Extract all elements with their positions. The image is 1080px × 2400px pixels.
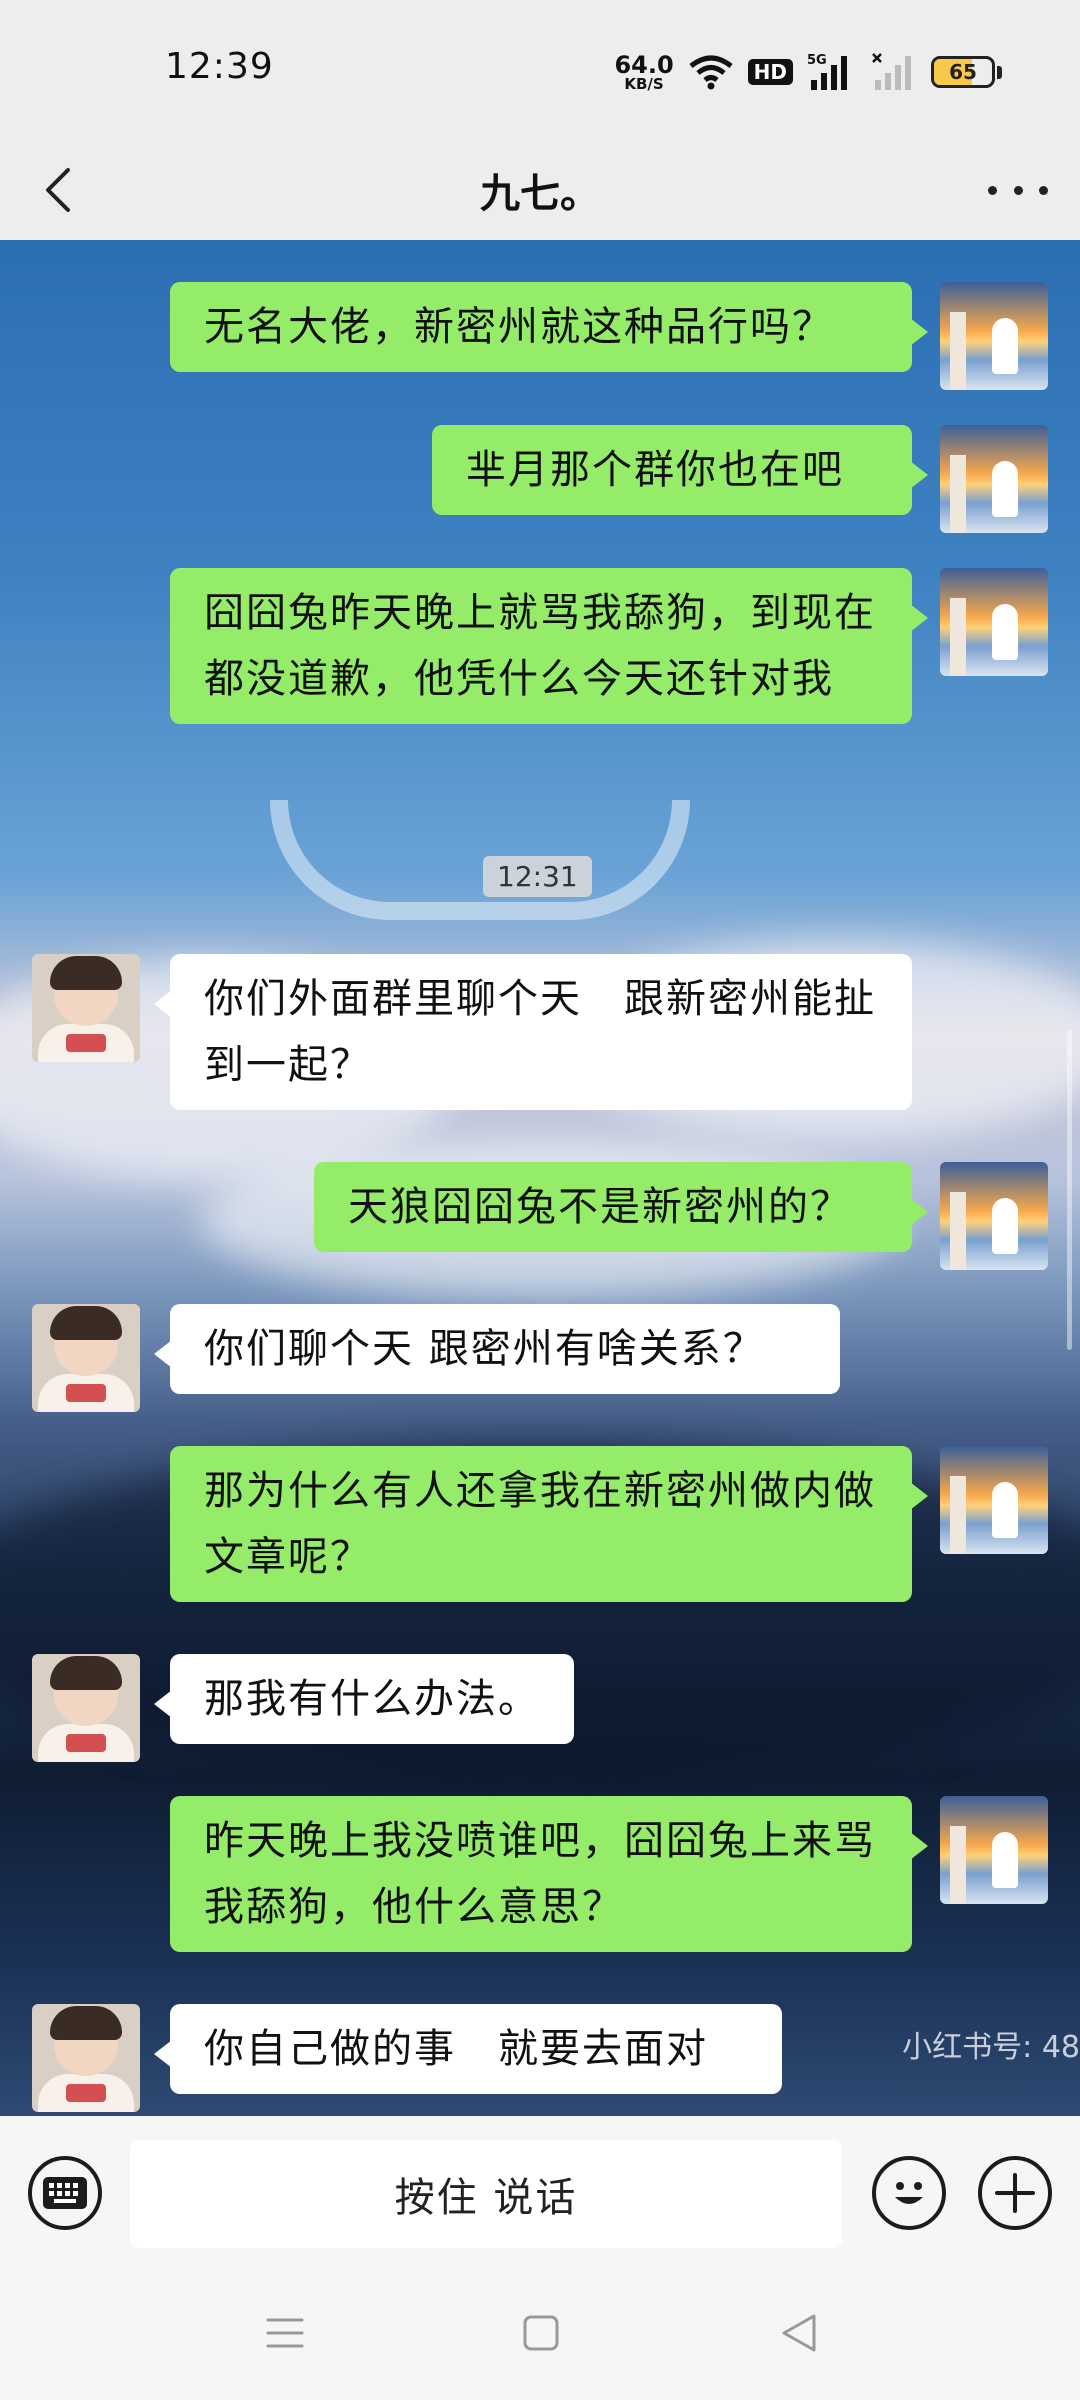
network-speed-value: 64.0 — [614, 50, 674, 79]
my-avatar[interactable] — [940, 1796, 1048, 1904]
my-message-bubble[interactable]: 天狼囧囧兔不是新密州的？ — [314, 1162, 928, 1252]
plus-icon — [995, 2173, 1035, 2213]
more-dot — [988, 185, 997, 195]
network-speed: 64.0 KB/S — [614, 53, 673, 92]
my-avatar[interactable] — [940, 568, 1048, 676]
my-avatar[interactable] — [940, 282, 1048, 390]
wallpaper-whale — [270, 800, 690, 920]
system-navigation-bar — [0, 2266, 1080, 2400]
my-message-bubble[interactable]: 无名大佬，新密州就这种品行吗？ — [170, 282, 928, 372]
back-nav-icon[interactable] — [776, 2310, 822, 2356]
chat-header: 九七。 — [0, 140, 1080, 240]
contact-avatar[interactable] — [32, 954, 140, 1062]
my-message-bubble[interactable]: 那为什么有人还拿我在新密州做内做文章呢？ — [170, 1446, 928, 1602]
status-bar: 12:39 64.0 KB/S HD 5G 65 — [0, 0, 1080, 140]
contact-message-bubble[interactable]: 你自己做的事 就要去面对 — [154, 2004, 782, 2094]
chat-title: 九七。 — [480, 171, 600, 217]
hd-badge: HD — [747, 59, 793, 85]
message-timestamp: 12:31 — [483, 856, 592, 897]
contact-avatar[interactable] — [32, 2004, 140, 2112]
menu-icon[interactable] — [262, 2310, 308, 2356]
network-speed-unit: KB/S — [624, 74, 664, 93]
contact-avatar[interactable] — [32, 1654, 140, 1762]
more-dot — [1013, 185, 1023, 195]
input-bar: 按住 说话 — [0, 2116, 1080, 2266]
battery-icon: 65 — [931, 56, 995, 88]
keyboard-icon — [43, 2177, 87, 2209]
signal-icon: 5G — [807, 53, 847, 90]
chat-area[interactable]: 无名大佬，新密州就这种品行吗？ 芈月那个群你也在吧 囧囧兔昨天晚上就骂我舔狗，到… — [0, 240, 1080, 2116]
wifi-icon — [689, 55, 733, 90]
emoji-button[interactable] — [872, 2156, 946, 2230]
back-icon[interactable] — [34, 164, 86, 216]
more-features-button[interactable] — [978, 2156, 1052, 2230]
watermark: 小红书号: 48 — [902, 2030, 1080, 2065]
my-message-bubble[interactable]: 芈月那个群你也在吧 — [432, 425, 928, 515]
hold-to-talk-button[interactable]: 按住 说话 — [130, 2140, 842, 2248]
battery-level: 65 — [949, 60, 977, 84]
contact-message-bubble[interactable]: 你们聊个天 跟密州有啥关系？ — [154, 1304, 840, 1394]
contact-message-bubble[interactable]: 你们外面群里聊个天 跟新密州能扯到一起？ — [154, 954, 912, 1110]
my-avatar[interactable] — [940, 425, 1048, 533]
emoji-icon — [895, 2182, 923, 2204]
status-icons: 64.0 KB/S HD 5G 65 — [614, 50, 1002, 94]
battery-cap — [997, 65, 1002, 79]
contact-message-bubble[interactable]: 那我有什么办法。 — [154, 1654, 574, 1744]
home-icon[interactable] — [518, 2310, 564, 2356]
more-dot — [1039, 185, 1048, 195]
my-message-bubble[interactable]: 囧囧兔昨天晚上就骂我舔狗，到现在都没道歉，他凭什么今天还针对我 — [170, 568, 928, 724]
status-time: 12:39 — [165, 46, 274, 87]
my-message-bubble[interactable]: 昨天晚上我没喷谁吧，囧囧兔上来骂我舔狗，他什么意思？ — [170, 1796, 928, 1952]
signal-empty-icon — [872, 53, 911, 90]
network-type: 5G — [807, 53, 827, 68]
chat-scrollbar[interactable] — [1067, 1030, 1072, 1350]
my-avatar[interactable] — [940, 1162, 1048, 1270]
contact-avatar[interactable] — [32, 1304, 140, 1412]
my-avatar[interactable] — [940, 1446, 1048, 1554]
keyboard-toggle-button[interactable] — [28, 2156, 102, 2230]
more-options-button[interactable] — [988, 168, 1048, 212]
